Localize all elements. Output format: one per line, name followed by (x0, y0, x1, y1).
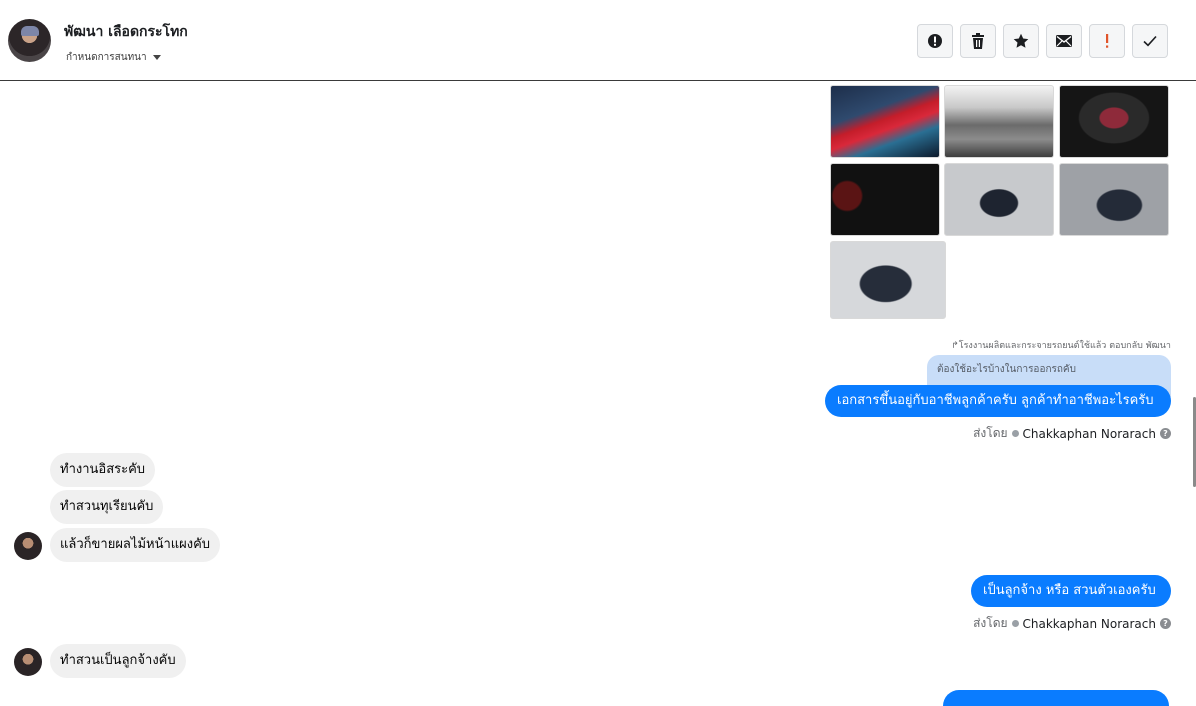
incoming-message[interactable]: ทำสวนทุเรียนคับ (50, 490, 164, 524)
contact-avatar-small[interactable] (14, 648, 42, 676)
conversation-settings-label: กำหนดการสนทนา (66, 52, 147, 63)
mail-button[interactable] (1046, 24, 1082, 58)
agent-name: Chakkaphan Norarach (1022, 426, 1156, 441)
sent-by-label: ส่งโดย (973, 616, 1008, 630)
report-button[interactable] (917, 24, 953, 58)
important-button[interactable] (1089, 24, 1125, 58)
car-front-photo[interactable] (944, 163, 1054, 236)
outgoing-message[interactable]: เป็นลูกจ้าง หรือ สวนตัวเองครับ (971, 575, 1171, 607)
header-actions (917, 24, 1168, 58)
agent-name: Chakkaphan Norarach (1022, 616, 1156, 631)
sent-by-info: ส่งโดย Chakkaphan Norarach ? (973, 424, 1171, 443)
contact-avatar-small[interactable] (14, 532, 42, 560)
incoming-message[interactable]: ทำงานอิสระคับ (50, 453, 156, 487)
check-icon (1143, 35, 1157, 47)
sent-by-info: ส่งโดย Chakkaphan Norarach ? (973, 614, 1171, 633)
mail-icon (1056, 35, 1072, 47)
verified-icon (1011, 430, 1019, 437)
car-front-angle-photo[interactable] (1059, 163, 1169, 236)
car-dashboard-screen-photo[interactable] (1059, 85, 1169, 158)
incoming-message[interactable]: ทำสวนเป็นลูกจ้างคับ (50, 644, 186, 678)
car-side-angle-photo[interactable] (830, 241, 946, 319)
reply-arrow-icon: ↱ (951, 341, 959, 351)
reply-context-text: โรงงานผลิตและกระจายรถยนต์ใช้แล้ว ตอบกลับ… (958, 341, 1171, 351)
outgoing-message-partial[interactable] (943, 690, 1169, 706)
caret-down-icon (152, 55, 161, 60)
conversation-settings-dropdown[interactable]: กำหนดการสนทนา (66, 50, 161, 65)
verified-icon (1011, 620, 1019, 627)
car-interior-seat-photo[interactable] (830, 85, 940, 158)
report-icon (928, 34, 942, 48)
delete-button[interactable] (960, 24, 996, 58)
help-icon[interactable]: ? (1160, 618, 1171, 629)
sent-by-label: ส่งโดย (973, 426, 1008, 440)
car-engine-photo[interactable] (944, 85, 1054, 158)
trash-icon (972, 33, 984, 49)
important-icon (1106, 34, 1109, 48)
contact-name[interactable]: พัฒนา เลือดกระโทก (64, 21, 188, 43)
contact-avatar[interactable] (8, 19, 51, 62)
incoming-message[interactable]: แล้วก็ขายผลไม้หน้าแผงคับ (50, 528, 221, 562)
conversation-header: พัฒนา เลือดกระโทก กำหนดการสนทนา (0, 0, 1196, 81)
reply-context-meta: ↱โรงงานผลิตและกระจายรถยนต์ใช้แล้ว ตอบกลั… (951, 338, 1171, 352)
star-icon (1013, 33, 1029, 48)
car-gauge-cluster-photo[interactable] (830, 163, 940, 236)
outgoing-message[interactable]: เอกสารขึ้นอยู่กับอาชีพลูกค้าครับ ลูกค้าท… (825, 385, 1171, 417)
mark-done-button[interactable] (1132, 24, 1168, 58)
star-button[interactable] (1003, 24, 1039, 58)
help-icon[interactable]: ? (1160, 428, 1171, 439)
attachment-photo-grid (830, 85, 1170, 319)
